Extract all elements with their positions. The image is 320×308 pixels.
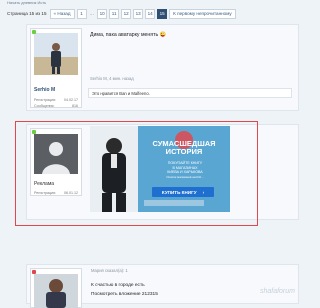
username[interactable]: Serhio M bbox=[34, 87, 55, 93]
tongue-emoji-icon: 😜 bbox=[159, 32, 167, 38]
page-10-button[interactable]: 10 bbox=[97, 8, 108, 19]
post-serhio: Serhio M Регистрация: 04.02.17 Сообщения… bbox=[26, 24, 299, 111]
page-15-current[interactable]: 15 bbox=[157, 8, 168, 19]
prev-page-button[interactable]: « Назад bbox=[49, 8, 75, 19]
reg-label: Регистрация: bbox=[34, 98, 57, 102]
pagination: Страница 15 из 15 « Назад 1 … 10 11 12 1… bbox=[7, 8, 238, 19]
page-11-button[interactable]: 11 bbox=[109, 8, 120, 19]
page-13-button[interactable]: 13 bbox=[133, 8, 144, 19]
avatar-photo-icon bbox=[34, 33, 78, 75]
online-indicator-icon bbox=[32, 30, 36, 34]
user-card: Serhio M Регистрация: 04.02.17 Сообщения… bbox=[30, 28, 82, 108]
page-1-button[interactable]: 1 bbox=[76, 8, 87, 19]
likes-text: Это нравится Ban и Malfeeno. bbox=[92, 90, 150, 96]
user-card-3 bbox=[30, 268, 82, 308]
next-unread-button[interactable]: К первому непрочитанному bbox=[169, 8, 236, 19]
page-14-button[interactable]: 14 bbox=[145, 8, 156, 19]
msgs-row: Сообщения: 816 bbox=[34, 104, 78, 108]
reg-value: 04.02.17 bbox=[64, 98, 78, 102]
post-message: Дима, пака аватарку менять 😜 bbox=[90, 32, 166, 38]
watermark: shafaforum bbox=[259, 288, 295, 295]
reg-row: Регистрация: 04.02.17 bbox=[34, 98, 78, 102]
top-text: Начать дневник Иcть bbox=[7, 0, 47, 5]
user-avatar-3[interactable] bbox=[34, 274, 78, 308]
status-indicator-icon bbox=[32, 270, 36, 274]
message-text: Дима, пака аватарку менять bbox=[90, 32, 159, 38]
avatar-photo-icon bbox=[34, 274, 78, 308]
likes-bar: Это нравится Ban и Malfeeno. bbox=[88, 88, 292, 98]
page-12-button[interactable]: 12 bbox=[121, 8, 132, 19]
post-meta[interactable]: Serhio M, 4 мин. назад bbox=[90, 76, 134, 81]
quote-header: Мария сказал(а): 1 bbox=[91, 268, 128, 273]
post-partial: Мария сказал(а): 1 К счастью в городе ес… bbox=[26, 264, 299, 308]
post3-line1: К счастью в городе есть bbox=[91, 283, 145, 288]
ad-highlight-frame bbox=[15, 121, 258, 226]
user-avatar[interactable] bbox=[34, 33, 78, 75]
post3-line2[interactable]: Посмотреть вложение 212315 bbox=[91, 292, 158, 297]
msgs-value: 816 bbox=[72, 104, 78, 108]
pagination-ellipsis: … bbox=[89, 11, 95, 16]
pagination-label: Страница 15 из 15 bbox=[7, 11, 47, 16]
msgs-label: Сообщения: bbox=[34, 104, 55, 108]
